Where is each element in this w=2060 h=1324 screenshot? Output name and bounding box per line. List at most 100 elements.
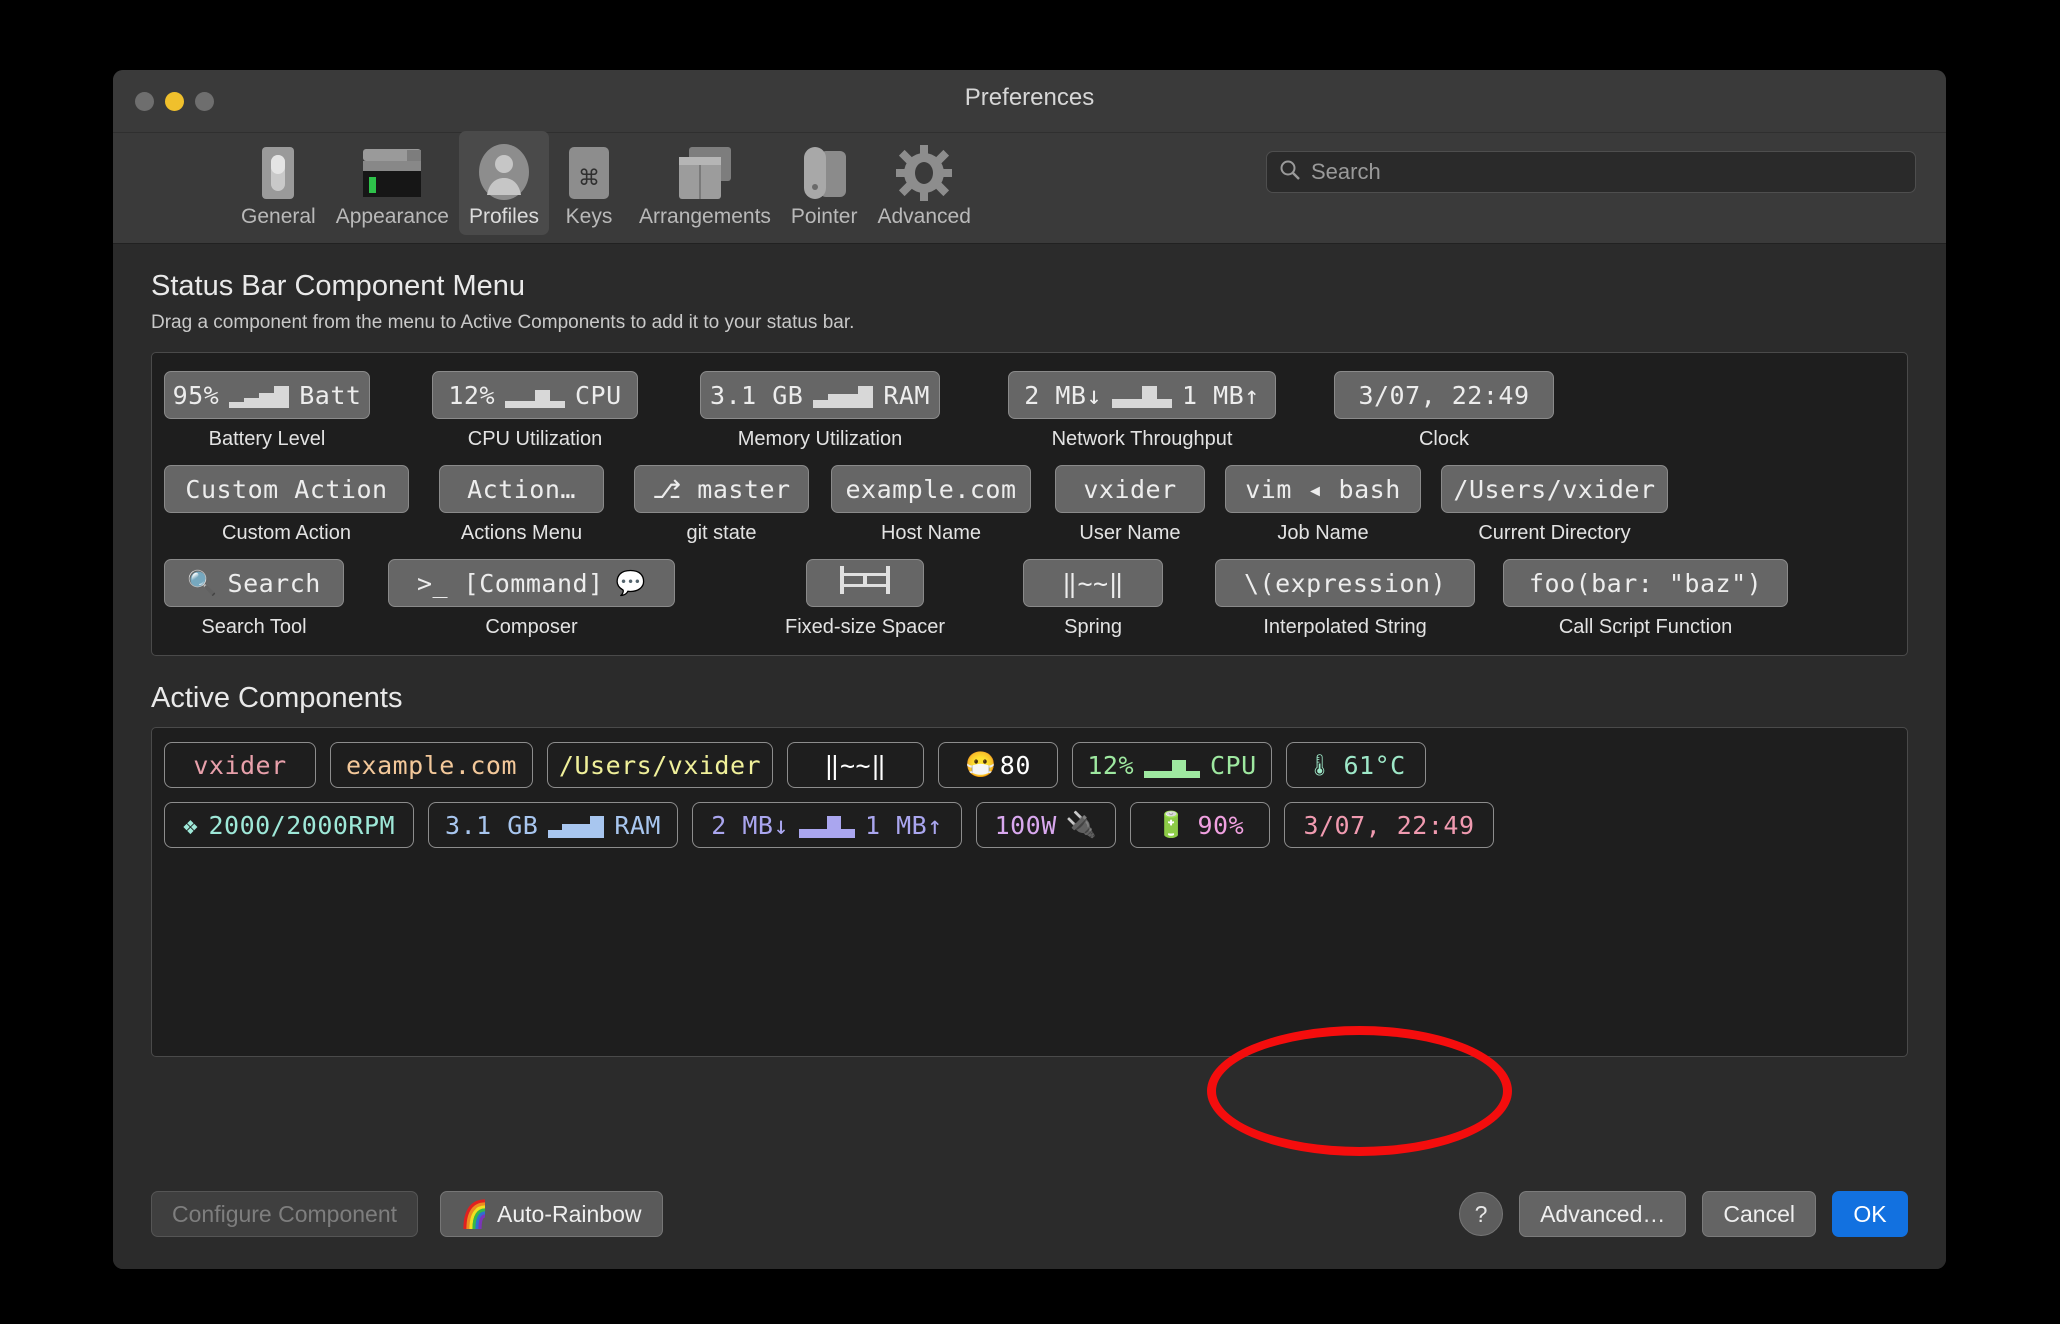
cancel-button[interactable]: Cancel xyxy=(1702,1191,1816,1237)
component-menu-item[interactable]: >_ [Command]💬Composer xyxy=(388,559,675,639)
component-chip[interactable]: 3/07, 22:49 xyxy=(1334,371,1554,419)
component-menu-item[interactable]: example.com Host Name xyxy=(831,465,1031,545)
component-menu-item[interactable]: 95%Batt Battery Level xyxy=(164,371,370,451)
chip-text-right: 1 MB↑ xyxy=(1182,381,1260,410)
sparkline xyxy=(799,812,855,838)
active-component-clock[interactable]: 3/07, 22:49 xyxy=(1284,802,1494,848)
component-menu-item[interactable]: Custom Action Custom Action xyxy=(164,465,409,545)
active-component-network-throughput[interactable]: 2 MB↓1 MB↑ xyxy=(692,802,962,848)
advanced-button[interactable]: Advanced… xyxy=(1519,1191,1686,1237)
component-caption: Custom Action xyxy=(222,522,351,545)
sparkline xyxy=(548,812,604,838)
component-menu-item[interactable]: Action… Actions Menu xyxy=(439,465,604,545)
active-component-current-directory[interactable]: /Users/vxider xyxy=(547,742,773,788)
active-component-air-quality[interactable]: 😷80 xyxy=(938,742,1058,788)
chip-text: Action… xyxy=(467,475,576,504)
chip-text: /Users/vxider xyxy=(559,751,761,780)
component-menu-item[interactable]: /Users/vxiderCurrent Directory xyxy=(1441,465,1668,545)
active-component-cpu-utilization[interactable]: 12%CPU xyxy=(1072,742,1272,788)
arrangements-windows-icon xyxy=(675,139,735,201)
component-caption: git state xyxy=(686,522,756,545)
component-menu-item[interactable]: \(expression)Interpolated String xyxy=(1215,559,1475,639)
tab-arrangements[interactable]: Arrangements xyxy=(629,131,781,235)
tab-advanced[interactable]: Advanced xyxy=(867,131,980,235)
search-field[interactable]: Search xyxy=(1266,151,1916,193)
component-chip[interactable]: >_ [Command]💬 xyxy=(388,559,675,607)
component-chip[interactable]: ⎇ master xyxy=(634,465,809,513)
component-caption: Actions Menu xyxy=(461,522,582,545)
configure-component-button[interactable]: Configure Component xyxy=(151,1191,418,1237)
component-menu-item[interactable]: 3.1 GBRAM Memory Utilization xyxy=(700,371,940,451)
component-caption: Battery Level xyxy=(209,428,326,451)
sparkline xyxy=(229,382,289,408)
component-menu-item[interactable]: 2 MB↓1 MB↑Network Throughput xyxy=(1008,371,1276,451)
component-menu-row: 🔍SearchSearch Tool >_ [Command]💬Composer F… xyxy=(164,559,1895,639)
component-chip[interactable]: 🔍Search xyxy=(164,559,344,607)
component-menu-item[interactable]: vxiderUser Name xyxy=(1055,465,1205,545)
chip-text: foo(bar: "baz") xyxy=(1529,569,1762,598)
component-chip[interactable]: vim ◂ bash xyxy=(1225,465,1421,513)
chip-text: >_ [Command] xyxy=(417,569,604,598)
component-menu-item[interactable]: 🔍SearchSearch Tool xyxy=(164,559,344,639)
component-caption: Memory Utilization xyxy=(738,428,902,451)
window-title: Preferences xyxy=(113,84,1946,112)
component-menu-item[interactable]: ‖~~‖Spring xyxy=(1023,559,1163,639)
active-component-temperature[interactable]: 🌡61°C xyxy=(1286,742,1426,788)
component-chip[interactable]: Action… xyxy=(439,465,604,513)
active-component-power-draw[interactable]: 100W 🔌 xyxy=(976,802,1116,848)
tab-appearance[interactable]: Appearance xyxy=(326,131,459,235)
active-component-memory-utilization[interactable]: 3.1 GBRAM xyxy=(428,802,678,848)
chip-text: 61°C xyxy=(1343,751,1405,780)
active-components-panel[interactable]: vxider example.com/Users/vxider ‖~~‖ 😷80 12%… xyxy=(151,727,1908,1057)
active-component-host-name[interactable]: example.com xyxy=(330,742,533,788)
component-menu-item[interactable]: 12%CPUCPU Utilization xyxy=(432,371,638,451)
component-menu-item[interactable]: vim ◂ bashJob Name xyxy=(1225,465,1421,545)
component-chip[interactable]: ‖~~‖ xyxy=(1023,559,1163,607)
component-chip[interactable]: Custom Action xyxy=(164,465,409,513)
component-chip[interactable]: 2 MB↓1 MB↑ xyxy=(1008,371,1276,419)
auto-rainbow-button[interactable]: Auto-Rainbow xyxy=(440,1191,662,1237)
component-menu-item[interactable]: Fixed-size Spacer xyxy=(785,559,945,639)
tab-pointer[interactable]: Pointer xyxy=(781,131,868,235)
component-caption: Host Name xyxy=(881,522,981,545)
chip-text-right: Batt xyxy=(299,381,361,410)
component-menu-item[interactable]: ⎇ master git state xyxy=(634,465,809,545)
component-chip[interactable] xyxy=(806,559,924,607)
active-component-spring[interactable]: ‖~~‖ xyxy=(787,742,924,788)
component-chip[interactable]: example.com xyxy=(831,465,1031,513)
component-chip[interactable]: vxider xyxy=(1055,465,1205,513)
menu-section-description: Drag a component from the menu to Active… xyxy=(151,312,1908,334)
tab-general[interactable]: General xyxy=(231,131,326,235)
active-component-user-name[interactable]: vxider xyxy=(164,742,316,788)
component-chip[interactable]: 95%Batt xyxy=(164,371,370,419)
active-components-row: vxider example.com/Users/vxider ‖~~‖ 😷80 12%… xyxy=(164,742,1895,788)
active-component-battery-level[interactable]: 🔋90% xyxy=(1130,802,1270,848)
component-chip[interactable]: foo(bar: "baz") xyxy=(1503,559,1788,607)
component-chip[interactable]: 12%CPU xyxy=(432,371,638,419)
tab-profiles[interactable]: Profiles xyxy=(459,131,549,235)
tab-keys[interactable]: ⌘ Keys xyxy=(549,131,629,235)
preferences-toolbar: General Appearance Profiles ⌘ Keys xyxy=(113,133,1946,244)
component-menu-item[interactable]: 3/07, 22:49 Clock xyxy=(1334,371,1554,451)
component-chip[interactable]: 3.1 GBRAM xyxy=(700,371,940,419)
component-menu-panel: 95%Batt Battery Level 12%CPUCPU Utilizatio… xyxy=(151,352,1908,656)
auto-rainbow-label: Auto-Rainbow xyxy=(497,1201,641,1228)
chip-text-right: RAM xyxy=(883,381,930,410)
chip-text: Custom Action xyxy=(185,475,387,504)
chip-text: 3/07, 22:49 xyxy=(1358,381,1529,410)
chip-text: 3/07, 22:49 xyxy=(1303,811,1474,840)
tab-arrangements-label: Arrangements xyxy=(639,205,771,229)
advanced-gear-icon xyxy=(895,139,953,201)
active-component-fan-speed[interactable]: ❖2000/2000RPM xyxy=(164,802,414,848)
component-chip[interactable]: /Users/vxider xyxy=(1441,465,1668,513)
chip-text: 90% xyxy=(1197,811,1244,840)
fan-icon: ❖ xyxy=(183,811,199,840)
component-menu-item[interactable]: foo(bar: "baz")Call Script Function xyxy=(1503,559,1788,639)
plug-icon: 🔌 xyxy=(1066,810,1098,840)
component-chip[interactable]: \(expression) xyxy=(1215,559,1475,607)
active-components-row: ❖2000/2000RPM 3.1 GBRAM 2 MB↓1 MB↑ 100W 🔌 🔋90… xyxy=(164,802,1895,848)
help-button[interactable]: ? xyxy=(1459,1192,1503,1236)
component-caption: Clock xyxy=(1419,428,1469,451)
ok-button[interactable]: OK xyxy=(1832,1191,1908,1237)
chip-text: 100W xyxy=(995,811,1057,840)
